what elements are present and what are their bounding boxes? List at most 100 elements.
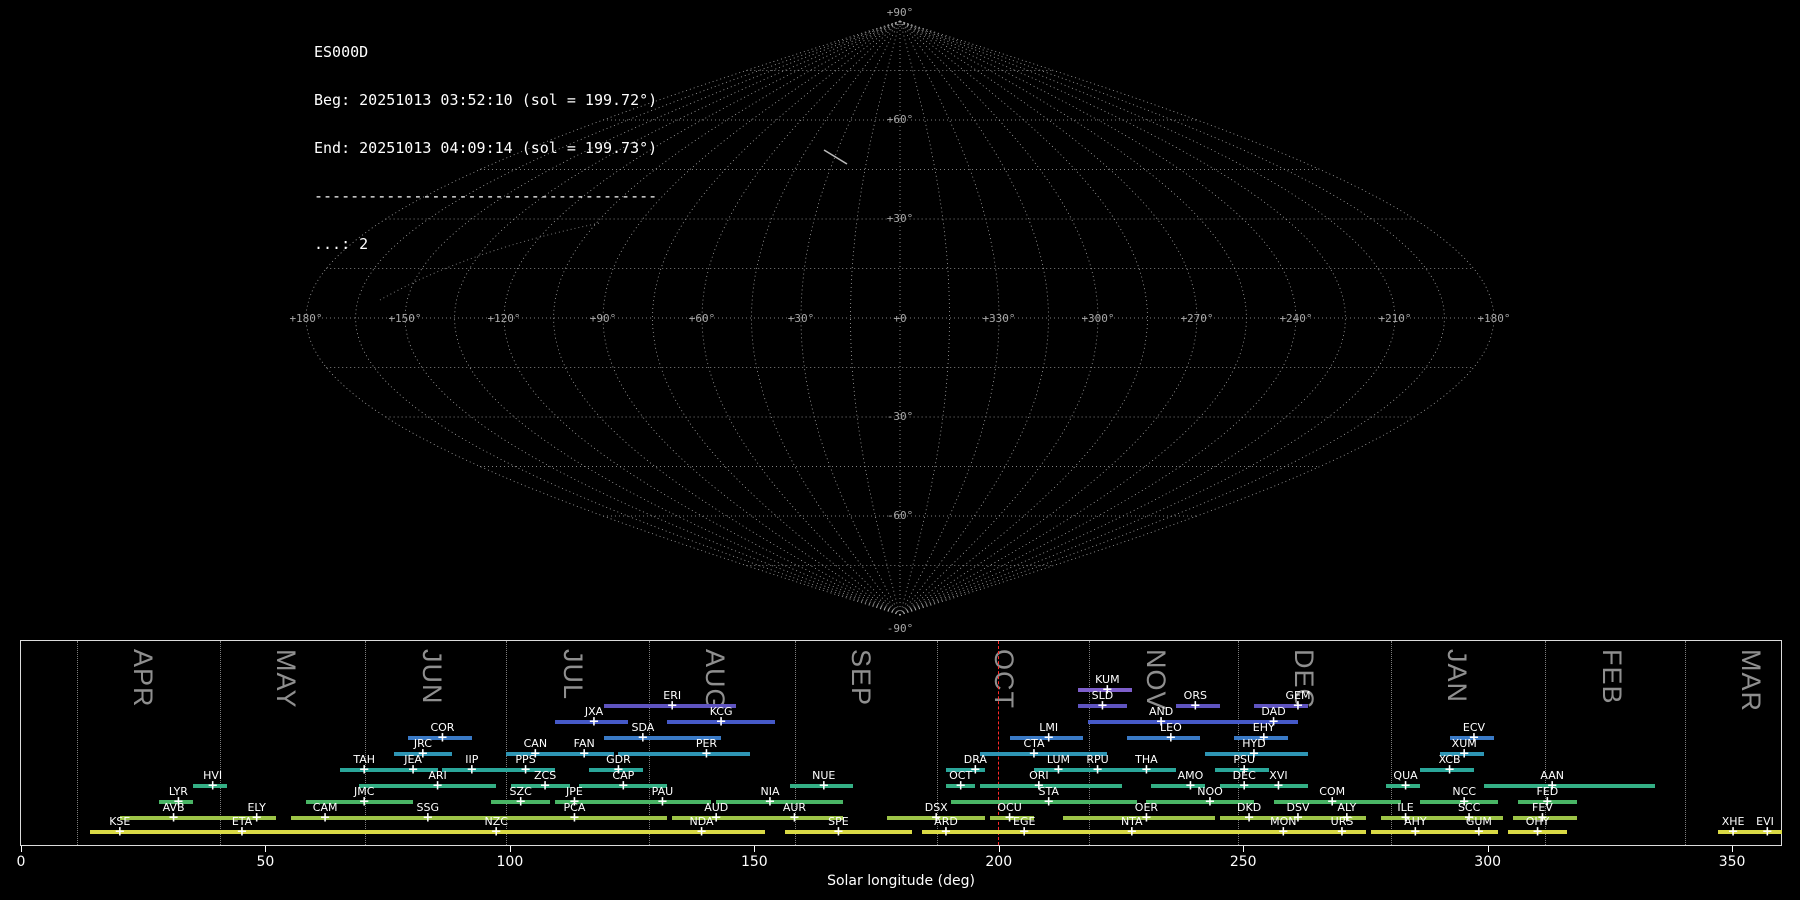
- peak-marker: +: [617, 778, 629, 794]
- sky-lon-label: +30°: [788, 312, 815, 325]
- peak-marker: +: [1018, 824, 1030, 840]
- month-separator: [1390, 641, 1392, 845]
- axis-tick: [1243, 846, 1245, 852]
- peak-marker: +: [1165, 730, 1177, 746]
- month-separator: [219, 641, 221, 845]
- sky-lon-label: +0: [893, 312, 906, 325]
- month-label: NOV: [1140, 649, 1171, 711]
- sky-lon-label: +90°: [590, 312, 617, 325]
- sky-lat-label: -60°: [887, 509, 914, 522]
- peak-marker: +: [114, 824, 126, 840]
- month-separator: [648, 641, 650, 845]
- shower-bar: [1254, 830, 1328, 834]
- peak-marker: +: [407, 762, 419, 778]
- axis-tick-label: 300: [1474, 854, 1502, 870]
- peak-marker: +: [588, 714, 600, 730]
- month-label: APR: [128, 649, 159, 708]
- peak-marker: +: [1238, 778, 1250, 794]
- peak-marker: +: [788, 810, 800, 826]
- peak-marker: +: [1473, 824, 1485, 840]
- axis-tick: [754, 846, 756, 852]
- peak-marker: +: [422, 810, 434, 826]
- sky-grid-meridian: [899, 20, 1198, 616]
- axis-tick-label: 50: [256, 854, 275, 870]
- peak-marker: +: [656, 794, 668, 810]
- shower-bar: [618, 752, 751, 756]
- month-label: OCT: [988, 649, 1019, 709]
- peak-marker: +: [490, 824, 502, 840]
- peak-marker: +: [1052, 762, 1064, 778]
- peak-marker: +: [1126, 824, 1138, 840]
- shower-bar: [510, 816, 668, 820]
- axis-tick: [1732, 846, 1734, 852]
- peak-marker: +: [1184, 778, 1196, 794]
- peak-marker: +: [1243, 810, 1255, 826]
- shower-bar: [716, 800, 844, 804]
- axis-tick-label: 0: [16, 854, 26, 870]
- shower-bar: [1483, 784, 1655, 788]
- peak-marker: +: [436, 730, 448, 746]
- peak-marker: +: [207, 778, 219, 794]
- sky-lon-label: +330°: [982, 312, 1015, 325]
- peak-marker: +: [515, 794, 527, 810]
- peak-marker: +: [1092, 762, 1103, 778]
- peak-marker: +: [319, 810, 331, 826]
- header-separator: --------------------------------------: [314, 187, 658, 205]
- axis-tick: [1487, 846, 1489, 852]
- peak-marker: +: [1727, 824, 1739, 840]
- sky-lat-label: +60°: [887, 113, 914, 126]
- sky-lon-label: +150°: [388, 312, 421, 325]
- peak-marker: +: [466, 762, 478, 778]
- month-label: JAN: [1442, 649, 1473, 704]
- shower-bar: [1263, 784, 1308, 788]
- month-label: AUG: [700, 649, 731, 711]
- axis-tick-label: 200: [985, 854, 1013, 870]
- event-count-line: ...: 2: [314, 235, 369, 253]
- peak-marker: +: [832, 824, 844, 840]
- shower-bar: [359, 784, 497, 788]
- shower-bar: [144, 830, 389, 834]
- peak-marker: +: [432, 778, 443, 794]
- month-separator: [1237, 641, 1239, 845]
- meteor-observation-screen: { "header": { "station": "ES000D", "beg_…: [0, 0, 1800, 900]
- axis-tick-label: 250: [1229, 854, 1257, 870]
- axis-tick: [998, 846, 1000, 852]
- peak-marker: +: [1409, 824, 1421, 840]
- peak-marker: +: [1204, 794, 1216, 810]
- peak-marker: +: [1272, 778, 1284, 794]
- month-separator: [1089, 641, 1091, 845]
- shower-bar: [1126, 736, 1201, 740]
- shower-bar: [618, 830, 766, 834]
- axis-tick-label: 150: [740, 854, 768, 870]
- peak-marker: +: [1326, 794, 1338, 810]
- begin-time-line: Beg: 20251013 03:52:10 (sol = 199.72°): [314, 91, 658, 109]
- peak-marker: +: [1444, 762, 1455, 778]
- timeline-chart: APR MAY JUN JUL AUG SEP OCT NOV DEC JAN FEB MAR KUM +…: [20, 640, 1782, 846]
- sky-lon-label: +210°: [1378, 312, 1411, 325]
- peak-marker: +: [1189, 698, 1201, 714]
- peak-marker: +: [696, 824, 707, 840]
- peak-marker: +: [578, 746, 590, 762]
- axis-tick: [21, 846, 22, 852]
- month-separator: [1684, 641, 1686, 845]
- sky-lon-label: +300°: [1081, 312, 1114, 325]
- peak-marker: +: [818, 778, 830, 794]
- sky-lon-label: +240°: [1279, 312, 1312, 325]
- axis-tick-label: 350: [1718, 854, 1746, 870]
- sky-map: +90° +60° +30° -30° -60° -90° +180° +150° +120° +…: [289, 6, 1510, 635]
- peak-marker: +: [1028, 746, 1040, 762]
- peak-marker: +: [520, 762, 531, 778]
- sky-lat-label: +30°: [887, 212, 914, 225]
- peak-marker: +: [764, 794, 776, 810]
- shower-bar: [628, 800, 712, 804]
- sky-lon-label: +120°: [487, 312, 520, 325]
- axis-tick-label: 100: [496, 854, 524, 870]
- sky-lat-label: -90°: [887, 622, 914, 635]
- sky-lon-label: +270°: [1180, 312, 1213, 325]
- peak-marker: +: [715, 714, 727, 730]
- peak-marker: +: [168, 810, 179, 826]
- month-label: SEP: [846, 649, 877, 707]
- peak-marker: +: [1096, 698, 1108, 714]
- end-time-line: End: 20251013 04:09:14 (sol = 199.73°): [314, 139, 658, 157]
- peak-marker: +: [637, 730, 649, 746]
